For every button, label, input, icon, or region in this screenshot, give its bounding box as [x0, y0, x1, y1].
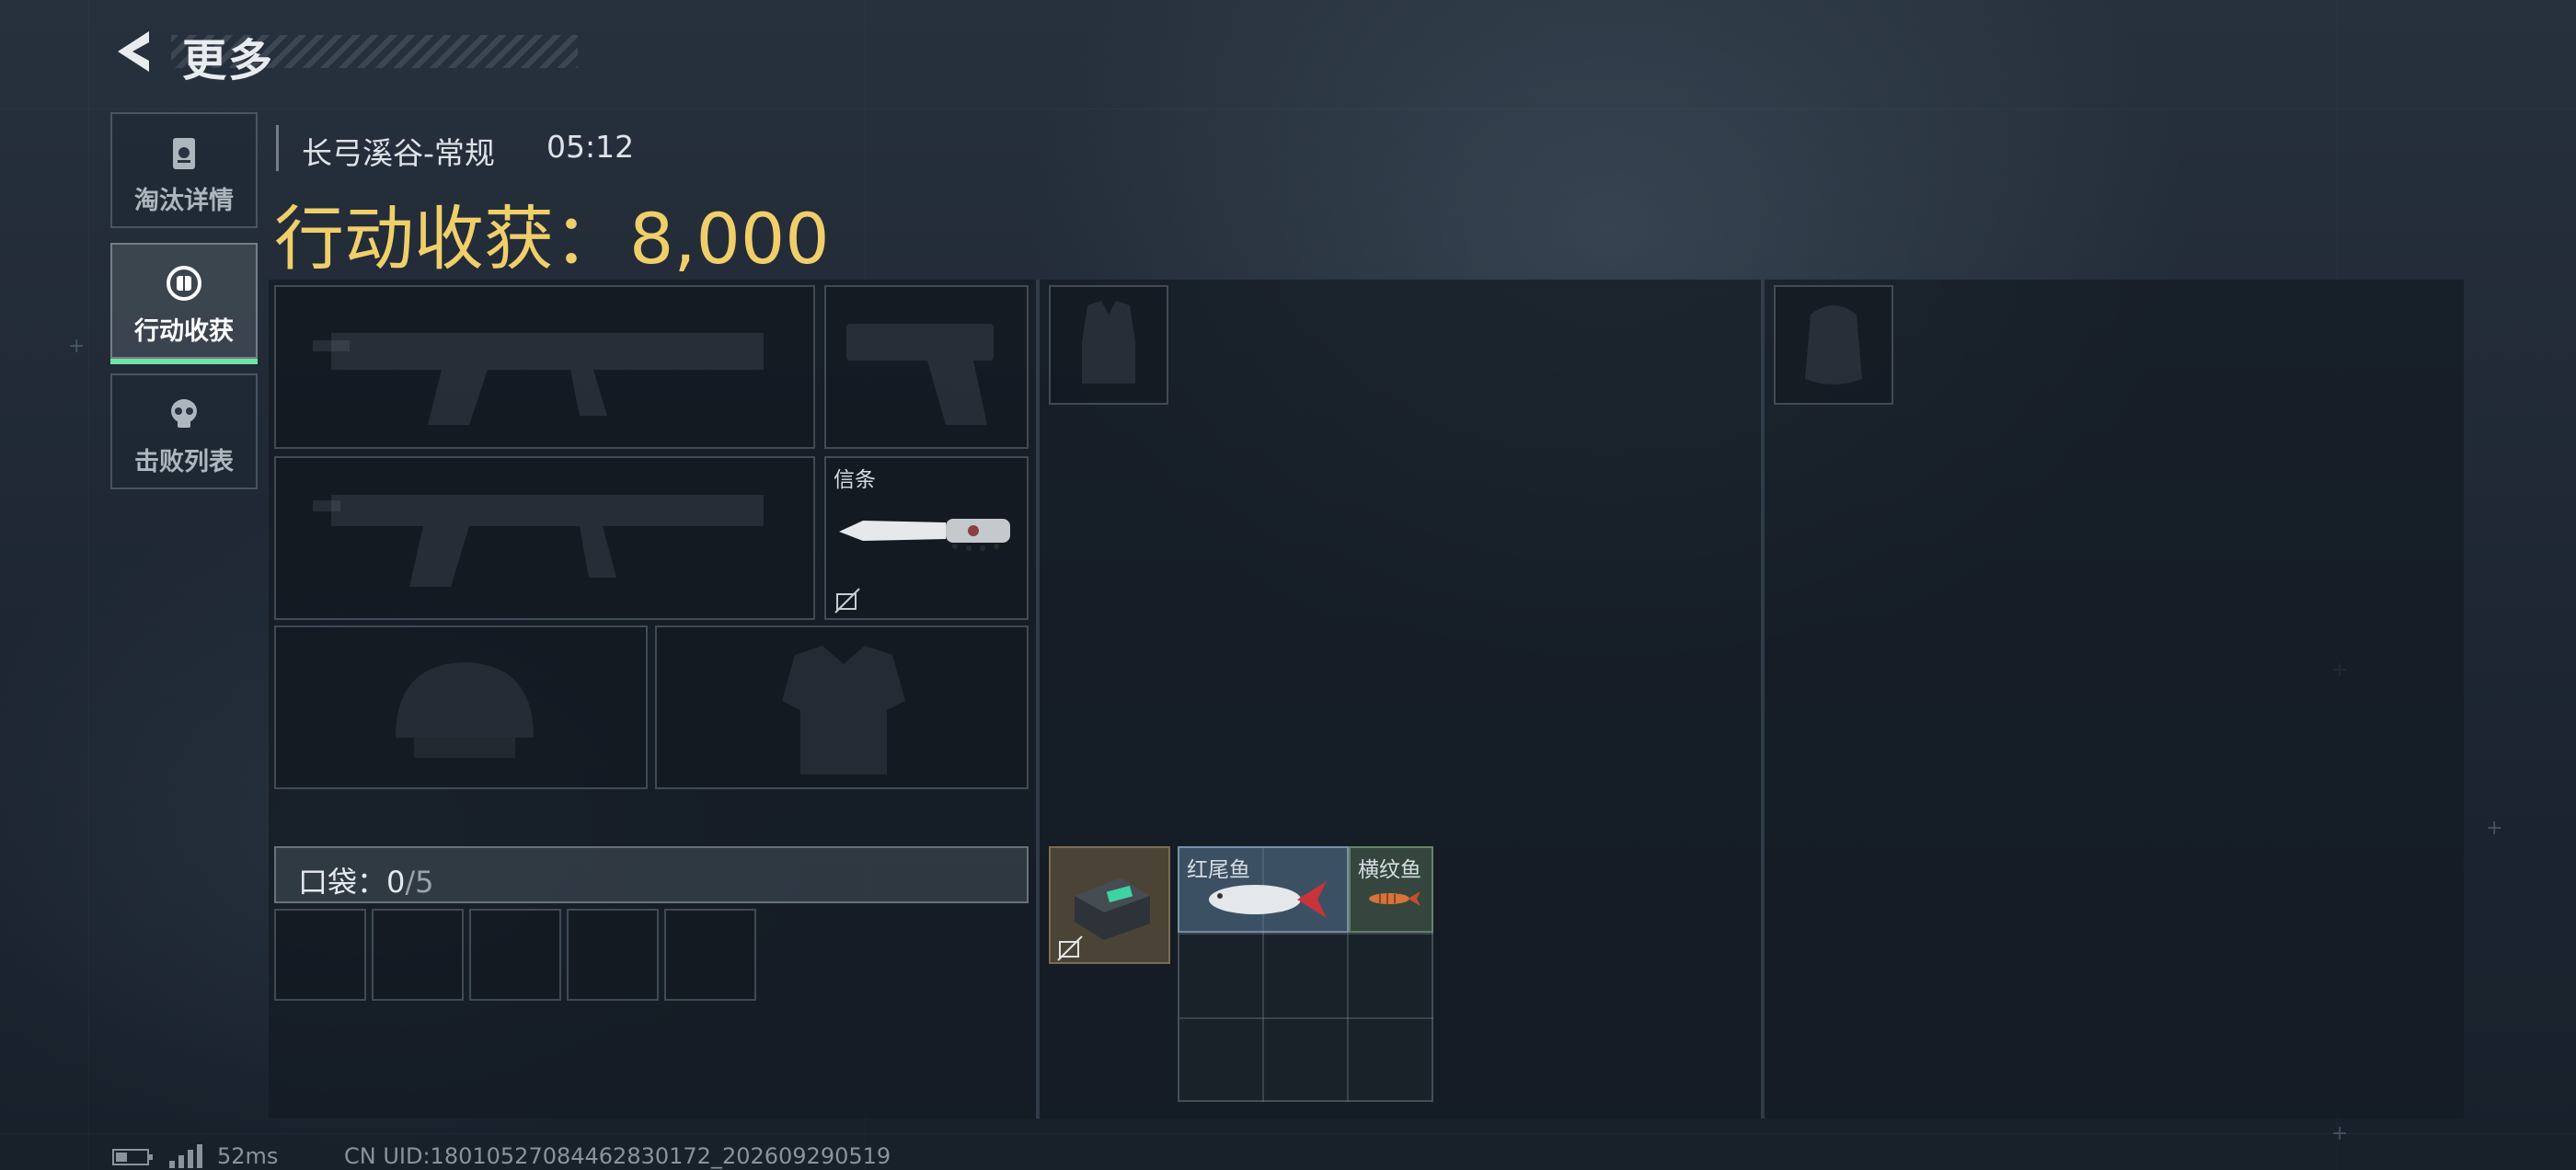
- pocket-slot[interactable]: [274, 909, 366, 1001]
- grid-line: [1179, 933, 1433, 935]
- pocket-capacity-text: 口袋：0/5: [298, 859, 434, 901]
- melee-name: 信条: [834, 468, 876, 492]
- chest-rig-slot[interactable]: [1049, 285, 1168, 405]
- page-title: 更多: [182, 35, 275, 86]
- pocket-max: /5: [405, 865, 434, 900]
- helmet-slot[interactable]: [274, 625, 648, 789]
- armor-icon: [782, 646, 905, 774]
- item-name: 横纹鱼: [1358, 858, 1421, 882]
- helmet-icon: [396, 662, 534, 758]
- armor-slot[interactable]: [655, 625, 1029, 789]
- pistol-icon: [846, 324, 994, 425]
- tab-label: 淘汰详情: [134, 187, 234, 215]
- rifle-icon: [313, 333, 764, 425]
- rifle-icon: [313, 495, 764, 587]
- crosshair-decoration: +: [2486, 817, 2503, 840]
- safe-box-item[interactable]: [1049, 846, 1170, 964]
- primary-weapon-slot[interactable]: [274, 285, 815, 449]
- battery-icon: [112, 1149, 153, 1165]
- ping-readout: 52ms: [217, 1143, 279, 1169]
- pocket-count: 0: [386, 865, 406, 900]
- harvest-total: 行动收获：8,000: [274, 182, 830, 283]
- tab-label: 行动收获: [134, 317, 234, 346]
- backpack-icon: [1805, 305, 1862, 384]
- harvest-label: 行动收获：: [274, 198, 624, 280]
- tab-elimination-details[interactable]: 淘汰详情: [110, 112, 258, 228]
- tab-action-harvest[interactable]: 行动收获: [110, 243, 258, 364]
- redtail-fish-item[interactable]: 红尾鱼: [1178, 846, 1349, 933]
- grid-line: [1179, 1017, 1433, 1019]
- harvest-value: 8,000: [629, 198, 830, 280]
- pistol-slot[interactable]: [824, 285, 1029, 449]
- no-trade-icon: [1057, 935, 1083, 961]
- background-gridline: [88, 0, 89, 1170]
- secondary-weapon-slot[interactable]: [274, 456, 815, 620]
- safe-box-icon: [1075, 878, 1150, 940]
- pocket-slot[interactable]: [567, 909, 659, 1001]
- map-name: 长弓溪谷-常规: [302, 135, 495, 171]
- dogtag-icon: [173, 138, 195, 169]
- info-divider: [276, 125, 279, 171]
- striped-fish-item[interactable]: 横纹鱼: [1349, 846, 1433, 933]
- knife-icon: [839, 519, 1010, 551]
- signal-icon: [169, 1144, 202, 1168]
- tab-defeated-list[interactable]: 击败列表: [110, 373, 258, 489]
- pocket-slot[interactable]: [664, 909, 756, 1001]
- no-trade-icon: [834, 588, 860, 614]
- user-uid: CN UID:18010527084462830172_202609290519: [344, 1143, 891, 1169]
- background-gridline: [0, 1133, 2576, 1134]
- backpack-slot[interactable]: [1774, 285, 1893, 405]
- pocket-header: 口袋：0/5: [274, 846, 1029, 903]
- tab-label: 击败列表: [134, 448, 234, 476]
- crosshair-decoration: +: [68, 335, 86, 358]
- pocket-slot[interactable]: [372, 909, 464, 1001]
- loot-icon: [167, 266, 201, 301]
- redtail-fish-icon: [1209, 881, 1327, 918]
- pocket-slot[interactable]: [469, 909, 561, 1001]
- back-button[interactable]: [109, 26, 160, 77]
- melee-slot[interactable]: 信条: [824, 456, 1029, 620]
- pocket-label: 口袋：: [298, 865, 387, 900]
- chest-rig-icon: [1082, 301, 1135, 384]
- match-time: 05:12: [546, 129, 635, 165]
- crosshair-decoration: +: [2331, 1122, 2349, 1145]
- striped-fish-icon: [1369, 891, 1420, 906]
- skull-icon: [171, 399, 197, 428]
- back-arrow-icon: [118, 31, 149, 72]
